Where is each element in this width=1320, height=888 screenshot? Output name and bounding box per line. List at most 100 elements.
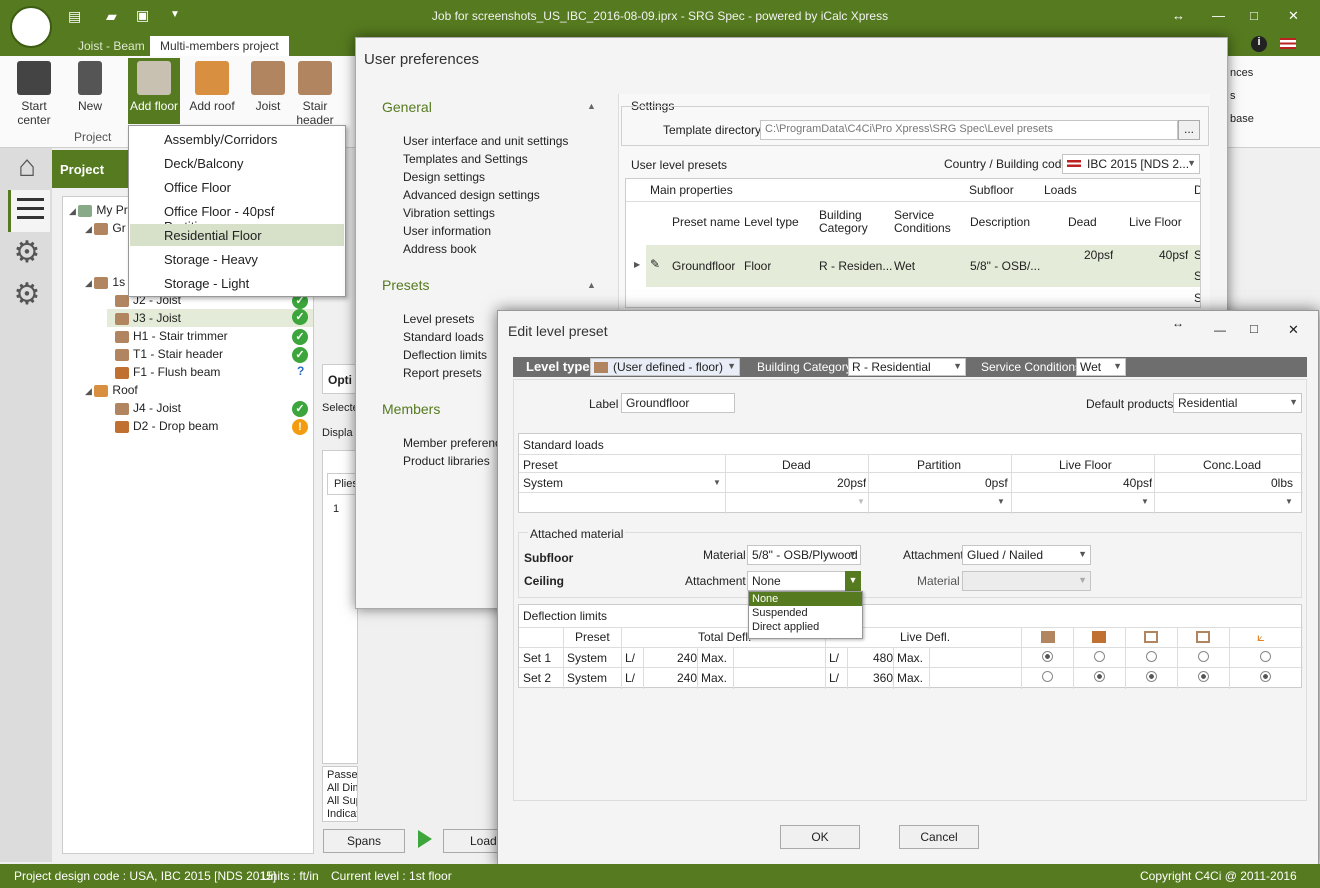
set2-cantilever-radio[interactable]: [1260, 671, 1271, 682]
app-logo[interactable]: [10, 6, 52, 48]
save-icon[interactable]: ▣: [136, 7, 149, 24]
col-building-category[interactable]: Building Category: [819, 209, 889, 235]
start-center-button[interactable]: Start center: [8, 58, 60, 128]
live-defl-value[interactable]: 360: [873, 671, 893, 685]
material-select[interactable]: 5/8" - OSB/Plywood ▼: [747, 545, 861, 565]
pref-link[interactable]: Standard loads: [403, 328, 487, 346]
menu-item-assembly[interactable]: Assembly/Corridors: [130, 128, 344, 150]
us-flag-icon[interactable]: [1280, 38, 1296, 49]
joist-button[interactable]: Joist: [244, 58, 292, 128]
section-members[interactable]: Members: [382, 401, 440, 417]
load-partition-value[interactable]: 0psf: [985, 476, 1008, 490]
label-input[interactable]: Groundfloor: [621, 393, 735, 413]
menu-item-deck[interactable]: Deck/Balcony: [130, 152, 344, 174]
close-icon[interactable]: ✕: [1288, 8, 1299, 24]
tree-item-d2[interactable]: D2 - Drop beam: [115, 419, 218, 433]
spans-button[interactable]: Spans: [323, 829, 405, 853]
load-live-value[interactable]: 40psf: [1123, 476, 1152, 490]
pref-link[interactable]: User information: [403, 222, 568, 240]
attachment-select[interactable]: Glued / Nailed ▼: [962, 545, 1091, 565]
ribbon-right-item[interactable]: s: [1230, 85, 1254, 108]
pref-link[interactable]: Level presets: [403, 310, 487, 328]
pref-link[interactable]: Advanced design settings: [403, 186, 568, 204]
pref-link[interactable]: Report presets: [403, 364, 487, 382]
edit-pencil-icon[interactable]: ✎: [650, 257, 660, 271]
menu-item-storage-heavy[interactable]: Storage - Heavy: [130, 248, 344, 270]
set2-joist-radio[interactable]: [1042, 671, 1053, 682]
close-icon[interactable]: ✕: [1288, 322, 1299, 338]
default-products-select[interactable]: Residential ▼: [1173, 393, 1302, 413]
col-preset-name[interactable]: Preset name: [672, 215, 740, 229]
template-dir-input[interactable]: C:\ProgramData\C4Ci\Pro Xpress\SRG Spec\…: [760, 120, 1178, 140]
tree-item-f1[interactable]: F1 - Flush beam: [115, 365, 220, 379]
browse-button[interactable]: ...: [1178, 120, 1200, 140]
section-presets[interactable]: Presets: [382, 277, 429, 293]
add-roof-button[interactable]: Add roof: [186, 58, 238, 128]
collapse-icon[interactable]: ▲: [587, 280, 596, 290]
document-icon[interactable]: ▤: [68, 8, 81, 25]
restore-size-icon[interactable]: ↔: [1172, 316, 1184, 330]
set2-beam-radio[interactable]: [1094, 671, 1105, 682]
set-preset[interactable]: System: [567, 651, 607, 665]
total-defl-value[interactable]: 240: [677, 651, 697, 665]
chevron-down-icon[interactable]: ▼: [997, 497, 1005, 506]
option-suspended[interactable]: Suspended: [749, 606, 862, 620]
country-select[interactable]: IBC 2015 [NDS 2... ▼: [1062, 154, 1200, 174]
add-floor-button[interactable]: Add floor: [128, 58, 180, 124]
ok-button[interactable]: OK: [780, 825, 860, 849]
set2-header-radio[interactable]: [1198, 671, 1209, 682]
set1-cantilever-radio[interactable]: [1260, 651, 1271, 662]
project-home-icon[interactable]: ⌂: [10, 150, 44, 184]
plies-row[interactable]: 1: [333, 503, 339, 515]
collapse-icon[interactable]: ▲: [587, 101, 596, 111]
option-direct-applied[interactable]: Direct applied: [749, 620, 862, 634]
pref-link[interactable]: Vibration settings: [403, 204, 568, 222]
ceiling-attachment-select[interactable]: None: [747, 571, 861, 591]
set1-header-radio[interactable]: [1198, 651, 1209, 662]
ribbon-right-item[interactable]: nces: [1230, 62, 1254, 85]
chevron-down-icon[interactable]: ▼: [1141, 497, 1149, 506]
pref-link[interactable]: Templates and Settings: [403, 150, 568, 168]
list-view-button[interactable]: [8, 190, 50, 232]
load-dead-value[interactable]: 20psf: [837, 476, 866, 490]
service-conditions-select[interactable]: Wet ▼: [1076, 358, 1126, 376]
set1-joist-radio[interactable]: [1042, 651, 1053, 662]
open-folder-icon[interactable]: ▰: [106, 8, 117, 25]
info-icon[interactable]: i: [1251, 36, 1267, 52]
load-conc-value[interactable]: 0lbs: [1271, 476, 1293, 490]
play-icon[interactable]: [418, 830, 432, 848]
minimize-icon[interactable]: —: [1214, 323, 1226, 337]
tree-item-j3[interactable]: J3 - Joist: [107, 309, 313, 327]
tree-item-roof[interactable]: ◢ Roof: [85, 383, 138, 397]
tree-item-j4[interactable]: J4 - Joist: [115, 401, 181, 415]
col-service-conditions[interactable]: Service Conditions: [894, 209, 964, 235]
live-defl-value[interactable]: 480: [873, 651, 893, 665]
total-defl-value[interactable]: 240: [677, 671, 697, 685]
tab-multi-members[interactable]: Multi-members project: [150, 36, 289, 56]
pref-link[interactable]: Address book: [403, 240, 568, 258]
col-dead[interactable]: Dead: [1068, 215, 1097, 229]
menu-item-office-partitions[interactable]: Office Floor - 40psf Partitions: [130, 200, 344, 234]
row-expand-icon[interactable]: ▶: [634, 260, 640, 269]
option-none[interactable]: None: [749, 592, 862, 606]
loads-button[interactable]: Loads: [443, 829, 503, 853]
pref-link[interactable]: Design settings: [403, 168, 568, 186]
tree-item-ground[interactable]: ◢ Gr: [85, 221, 126, 235]
pref-link[interactable]: User interface and unit settings: [403, 132, 568, 150]
maximize-icon[interactable]: □: [1250, 321, 1258, 336]
restore-size-icon[interactable]: ↔: [1172, 8, 1185, 23]
set-preset[interactable]: System: [567, 671, 607, 685]
maximize-icon[interactable]: □: [1250, 8, 1258, 23]
stair-header-button[interactable]: Stair header: [292, 58, 338, 128]
col-live-floor[interactable]: Live Floor: [1129, 215, 1182, 229]
tree-item-h1[interactable]: H1 - Stair trimmer: [115, 329, 228, 343]
options-tab[interactable]: Opti: [322, 364, 358, 394]
pref-link[interactable]: Deflection limits: [403, 346, 487, 364]
ceiling-material-select[interactable]: ▼: [962, 571, 1091, 591]
set1-beam-radio[interactable]: [1094, 651, 1105, 662]
menu-item-office[interactable]: Office Floor: [130, 176, 344, 198]
gear-icon[interactable]: ⚙: [10, 236, 44, 270]
cancel-button[interactable]: Cancel: [899, 825, 979, 849]
chevron-down-icon[interactable]: ▼: [857, 497, 865, 506]
chevron-down-icon[interactable]: ▼: [1285, 497, 1293, 506]
